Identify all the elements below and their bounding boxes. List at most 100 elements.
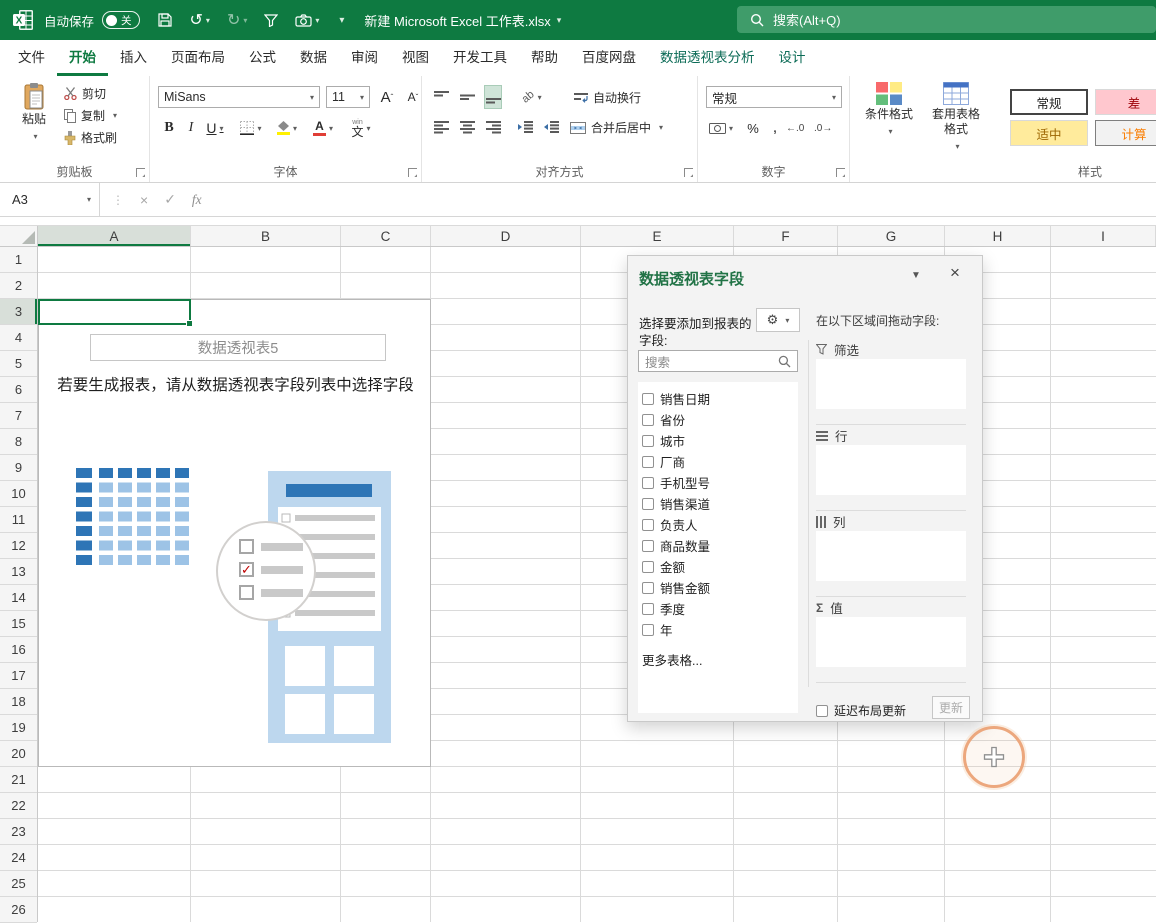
row-header-3[interactable]: 3	[0, 299, 37, 325]
search-box[interactable]: 搜索(Alt+Q)	[737, 6, 1156, 33]
area-dropzone-行[interactable]	[816, 445, 966, 495]
row-header-15[interactable]: 15	[0, 611, 37, 637]
field-checkbox[interactable]	[642, 518, 654, 531]
field-item-销售渠道[interactable]: 销售渠道	[642, 493, 796, 514]
row-header-7[interactable]: 7	[0, 403, 37, 429]
tab-帮助[interactable]: 帮助	[519, 40, 570, 76]
column-header-H[interactable]: H	[945, 226, 1051, 246]
field-item-销售日期[interactable]: 销售日期	[642, 388, 796, 409]
merge-dropdown-icon[interactable]: ▾	[659, 123, 663, 132]
conditional-formatting-button[interactable]: 条件格式 ▾	[860, 82, 918, 139]
decrease-decimal-button[interactable]: .0→	[814, 116, 832, 140]
field-checkbox[interactable]	[642, 539, 654, 552]
insert-function-icon[interactable]: fx	[192, 192, 202, 208]
row-header-26[interactable]: 26	[0, 897, 37, 923]
cell-style-常规[interactable]: 常规	[1010, 89, 1088, 115]
fill-handle[interactable]	[186, 320, 193, 327]
row-header-10[interactable]: 10	[0, 481, 37, 507]
row-header-11[interactable]: 11	[0, 507, 37, 533]
tools-gear-button[interactable]: ⚙ ▾	[756, 308, 800, 332]
field-item-销售金额[interactable]: 销售金额	[642, 577, 796, 598]
panel-close-icon[interactable]: ×	[950, 263, 960, 283]
field-checkbox[interactable]	[642, 413, 654, 426]
phonetic-guide-button[interactable]: win 文 ▾	[344, 116, 378, 140]
alignment-dialog-launcher-icon[interactable]	[684, 168, 693, 177]
tab-页面布局[interactable]: 页面布局	[159, 40, 237, 76]
borders-button[interactable]: ▾	[236, 116, 266, 140]
tab-视图[interactable]: 视图	[390, 40, 441, 76]
field-item-负责人[interactable]: 负责人	[642, 514, 796, 535]
column-header-G[interactable]: G	[838, 226, 945, 246]
row-header-16[interactable]: 16	[0, 637, 37, 663]
field-checkbox[interactable]	[642, 602, 654, 615]
field-item-金额[interactable]: 金额	[642, 556, 796, 577]
field-checkbox[interactable]	[642, 392, 654, 405]
tab-审阅[interactable]: 审阅	[339, 40, 390, 76]
font-name-combo[interactable]: MiSans ▾	[158, 86, 320, 108]
field-item-商品数量[interactable]: 商品数量	[642, 535, 796, 556]
align-right-button[interactable]	[484, 115, 502, 139]
format-as-table-button[interactable]: 套用表格格式 ▾	[924, 82, 988, 154]
table-dropdown-icon[interactable]: ▾	[955, 139, 959, 154]
tab-数据[interactable]: 数据	[288, 40, 339, 76]
row-header-24[interactable]: 24	[0, 845, 37, 871]
row-header-17[interactable]: 17	[0, 663, 37, 689]
field-item-厂商[interactable]: 厂商	[642, 451, 796, 472]
enter-icon[interactable]: ✓	[164, 191, 176, 208]
tab-公式[interactable]: 公式	[237, 40, 288, 76]
fields-search-input[interactable]: 搜索	[638, 350, 798, 372]
underline-button[interactable]: U ▾	[202, 116, 228, 140]
decrease-font-icon[interactable]: Aˇ	[404, 85, 422, 109]
field-item-季度[interactable]: 季度	[642, 598, 796, 619]
field-checkbox[interactable]	[642, 455, 654, 468]
paste-button[interactable]: 粘贴 ▾	[10, 82, 58, 144]
row-header-4[interactable]: 4	[0, 325, 37, 351]
row-header-1[interactable]: 1	[0, 247, 37, 273]
copy-button[interactable]: 复制 ▾	[64, 107, 117, 124]
increase-decimal-button[interactable]: ←.0	[786, 116, 804, 140]
field-item-城市[interactable]: 城市	[642, 430, 796, 451]
field-checkbox[interactable]	[642, 581, 654, 594]
row-header-19[interactable]: 19	[0, 715, 37, 741]
row-header-9[interactable]: 9	[0, 455, 37, 481]
redo-icon[interactable]: ↻ ▾	[227, 10, 247, 30]
row-header-8[interactable]: 8	[0, 429, 37, 455]
align-top-button[interactable]	[432, 85, 450, 109]
font-dialog-launcher-icon[interactable]	[408, 168, 417, 177]
row-header-18[interactable]: 18	[0, 689, 37, 715]
number-dialog-launcher-icon[interactable]	[836, 168, 845, 177]
column-header-D[interactable]: D	[431, 226, 581, 246]
column-header-E[interactable]: E	[581, 226, 734, 246]
column-header-I[interactable]: I	[1051, 226, 1156, 246]
field-item-年[interactable]: 年	[642, 619, 796, 640]
field-checkbox[interactable]	[642, 434, 654, 447]
font-color-button[interactable]: A ▾	[308, 116, 338, 140]
conditional-dropdown-icon[interactable]: ▾	[888, 124, 892, 139]
defer-layout-checkbox[interactable]	[816, 704, 828, 717]
tab-开始[interactable]: 开始	[57, 40, 108, 76]
field-item-手机型号[interactable]: 手机型号	[642, 472, 796, 493]
cell-style-计算[interactable]: 计算	[1095, 120, 1156, 146]
undo-icon[interactable]: ↺ ▾	[190, 10, 210, 30]
accounting-format-button[interactable]: ▾	[706, 116, 736, 140]
autosave-toggle[interactable]: 关	[102, 11, 140, 29]
tab-设计[interactable]: 设计	[767, 40, 818, 76]
field-checkbox[interactable]	[642, 497, 654, 510]
row-header-22[interactable]: 22	[0, 793, 37, 819]
number-format-combo[interactable]: 常规 ▾	[706, 86, 842, 108]
defer-layout-row[interactable]: 延迟布局更新	[816, 702, 906, 719]
increase-indent-button[interactable]	[542, 115, 560, 139]
column-header-F[interactable]: F	[734, 226, 838, 246]
tab-开发工具[interactable]: 开发工具	[441, 40, 519, 76]
row-header-5[interactable]: 5	[0, 351, 37, 377]
tab-插入[interactable]: 插入	[108, 40, 159, 76]
tab-百度网盘[interactable]: 百度网盘	[570, 40, 648, 76]
field-item-省份[interactable]: 省份	[642, 409, 796, 430]
row-header-13[interactable]: 13	[0, 559, 37, 585]
field-checkbox[interactable]	[642, 623, 654, 636]
select-all-corner[interactable]	[0, 226, 38, 246]
field-checkbox[interactable]	[642, 560, 654, 573]
column-header-B[interactable]: B	[191, 226, 341, 246]
row-header-14[interactable]: 14	[0, 585, 37, 611]
align-center-button[interactable]	[458, 115, 476, 139]
